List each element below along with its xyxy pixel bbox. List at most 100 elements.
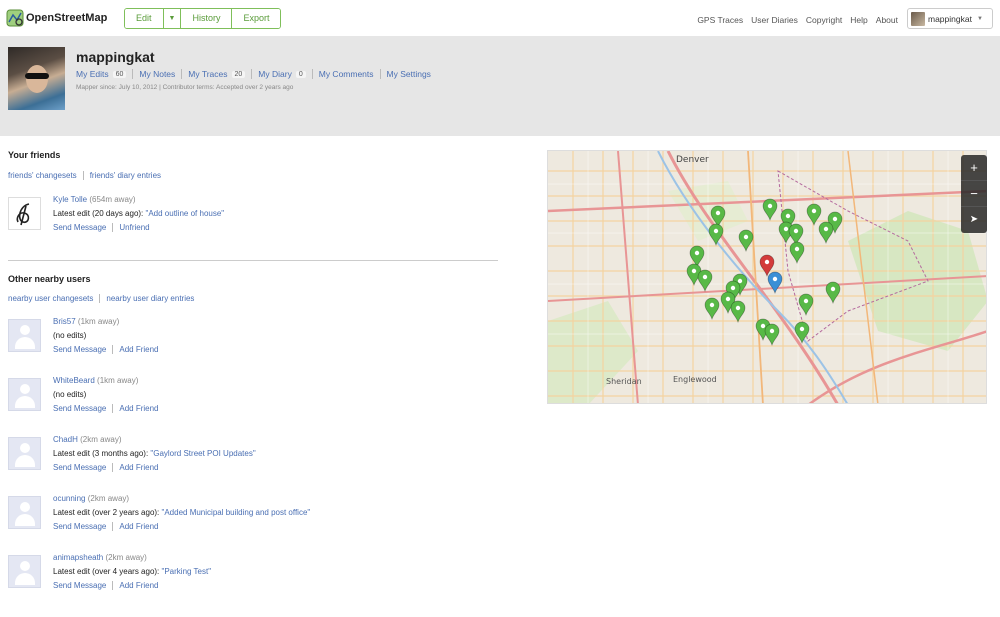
- latest-edit: (no edits): [53, 331, 87, 340]
- user-name-line: Kyle Tolle (654m away): [53, 195, 136, 204]
- avatar: [8, 378, 41, 411]
- list-item: WhiteBeard (1km away) (no edits) Send Me…: [8, 376, 498, 435]
- user-location-marker[interactable]: [764, 323, 780, 347]
- nav-help[interactable]: Help: [850, 15, 867, 25]
- count-badge: 20: [231, 70, 246, 78]
- nav-copyright[interactable]: Copyright: [806, 15, 842, 25]
- user-location-marker[interactable]: [738, 229, 754, 253]
- send-message-button[interactable]: Send Message: [53, 223, 112, 232]
- edit-dropdown-button[interactable]: ▼: [163, 9, 182, 28]
- user-location-marker[interactable]: [710, 205, 726, 229]
- nearby-users-heading: Other nearby users: [8, 274, 91, 284]
- nearby-users-map[interactable]: Denver Sheridan Englewood: [547, 150, 987, 404]
- user-location-marker[interactable]: [704, 297, 720, 321]
- list-item: Bris57 (1km away) (no edits) Send Messag…: [8, 317, 498, 376]
- edit-button-group: Edit ▼ History Export: [124, 8, 282, 29]
- top-nav: GPS Traces User Diaries Copyright Help A…: [697, 15, 898, 25]
- avatar: [8, 437, 41, 470]
- my-notes-link[interactable]: My Notes: [132, 69, 181, 79]
- latest-edit: (no edits): [53, 390, 87, 399]
- zoom-out-button[interactable]: −: [961, 181, 987, 207]
- nav-user-diaries[interactable]: User Diaries: [751, 15, 798, 25]
- list-item: animapsheath (2km away) Latest edit (ove…: [8, 553, 498, 612]
- add-friend-button[interactable]: Add Friend: [112, 581, 164, 590]
- export-button[interactable]: Export: [232, 9, 281, 28]
- changeset-link[interactable]: "Gaylord Street POI Updates": [150, 449, 255, 458]
- add-friend-button[interactable]: Add Friend: [112, 522, 164, 531]
- avatar: [911, 11, 925, 26]
- user-location-marker[interactable]: [806, 203, 822, 227]
- latest-edit: Latest edit (3 months ago): "Gaylord Str…: [53, 449, 256, 458]
- changeset-link[interactable]: "Add outline of house": [146, 209, 225, 218]
- send-message-button[interactable]: Send Message: [53, 581, 112, 590]
- user-location-marker[interactable]: [689, 245, 705, 269]
- my-location-marker[interactable]: [767, 271, 783, 295]
- user-location-marker[interactable]: [789, 241, 805, 265]
- nearby-diary-link[interactable]: nearby user diary entries: [99, 294, 200, 303]
- user-location-marker[interactable]: [825, 281, 841, 305]
- friend-row: Kyle Tolle (654m away) Latest edit (20 d…: [8, 195, 498, 254]
- avatar: [8, 496, 41, 529]
- changeset-link[interactable]: "Parking Test": [162, 567, 212, 576]
- user-name-link[interactable]: ChadH: [53, 435, 78, 444]
- count-badge: 60: [112, 70, 127, 78]
- user-location-marker[interactable]: [798, 293, 814, 317]
- my-edits-link[interactable]: My Edits 60: [76, 69, 132, 79]
- user-name-link[interactable]: animapsheath: [53, 553, 103, 562]
- latest-edit: Latest edit (20 days ago): "Add outline …: [53, 209, 225, 218]
- user-menu-button[interactable]: mappingkat ▼: [907, 8, 993, 29]
- friends-diary-link[interactable]: friends' diary entries: [82, 171, 167, 180]
- nearby-list: Bris57 (1km away) (no edits) Send Messag…: [8, 317, 498, 612]
- top-header: OpenStreetMap Edit ▼ History Export GPS …: [0, 0, 1000, 36]
- nearby-changesets-link[interactable]: nearby user changesets: [8, 294, 99, 303]
- my-traces-link[interactable]: My Traces 20: [181, 69, 251, 79]
- user-menu-name: mappingkat: [928, 13, 972, 24]
- avatar: [8, 319, 41, 352]
- user-name-link[interactable]: WhiteBeard: [53, 376, 95, 385]
- add-friend-button[interactable]: Add Friend: [112, 345, 164, 354]
- friends-links: friends' changesets friends' diary entri…: [8, 171, 498, 180]
- list-item: ocunning (2km away) Latest edit (over 2 …: [8, 494, 498, 553]
- my-settings-link[interactable]: My Settings: [379, 69, 437, 79]
- avatar: [8, 555, 41, 588]
- chevron-down-icon: ▼: [168, 15, 176, 22]
- add-friend-button[interactable]: Add Friend: [112, 463, 164, 472]
- profile-header: mappingkat My Edits 60 My Notes My Traces…: [0, 36, 1000, 136]
- edit-button[interactable]: Edit: [125, 9, 164, 28]
- locate-button[interactable]: ➤: [961, 207, 987, 233]
- user-location-marker[interactable]: [730, 300, 746, 324]
- changeset-link[interactable]: "Added Municipal building and post offic…: [162, 508, 311, 517]
- unfriend-button[interactable]: Unfriend: [112, 223, 155, 232]
- user-name-link[interactable]: ocunning: [53, 494, 85, 503]
- zoom-in-button[interactable]: +: [961, 155, 987, 181]
- user-location-marker[interactable]: [794, 321, 810, 345]
- my-diary-link[interactable]: My Diary 0: [251, 69, 311, 79]
- user-location-marker[interactable]: [762, 198, 778, 222]
- user-name-link[interactable]: Bris57: [53, 317, 76, 326]
- count-badge: 0: [295, 70, 306, 78]
- divider: [8, 260, 498, 261]
- brand-name[interactable]: OpenStreetMap: [26, 12, 107, 24]
- avatar: [8, 197, 41, 230]
- send-message-button[interactable]: Send Message: [53, 345, 112, 354]
- user-location-marker[interactable]: [818, 221, 834, 245]
- history-button[interactable]: History: [181, 9, 233, 28]
- add-friend-button[interactable]: Add Friend: [112, 404, 164, 413]
- latest-edit: Latest edit (over 2 years ago): "Added M…: [53, 508, 311, 517]
- map-controls: + − ➤: [961, 155, 987, 233]
- latest-edit: Latest edit (over 4 years ago): "Parking…: [53, 567, 212, 576]
- profile-links: My Edits 60 My Notes My Traces 20 My Diary…: [76, 69, 437, 79]
- user-location-marker[interactable]: [697, 269, 713, 293]
- my-comments-link[interactable]: My Comments: [311, 69, 380, 79]
- signature-icon: [16, 203, 30, 226]
- user-location-marker[interactable]: [708, 223, 724, 247]
- friends-changesets-link[interactable]: friends' changesets: [8, 171, 83, 180]
- nav-about[interactable]: About: [876, 15, 898, 25]
- send-message-button[interactable]: Send Message: [53, 463, 112, 472]
- send-message-button[interactable]: Send Message: [53, 404, 112, 413]
- user-name-link[interactable]: Kyle Tolle: [53, 195, 87, 204]
- osm-logo-icon[interactable]: [6, 9, 24, 27]
- nav-gps-traces[interactable]: GPS Traces: [697, 15, 743, 25]
- your-friends-heading: Your friends: [8, 150, 61, 160]
- send-message-button[interactable]: Send Message: [53, 522, 112, 531]
